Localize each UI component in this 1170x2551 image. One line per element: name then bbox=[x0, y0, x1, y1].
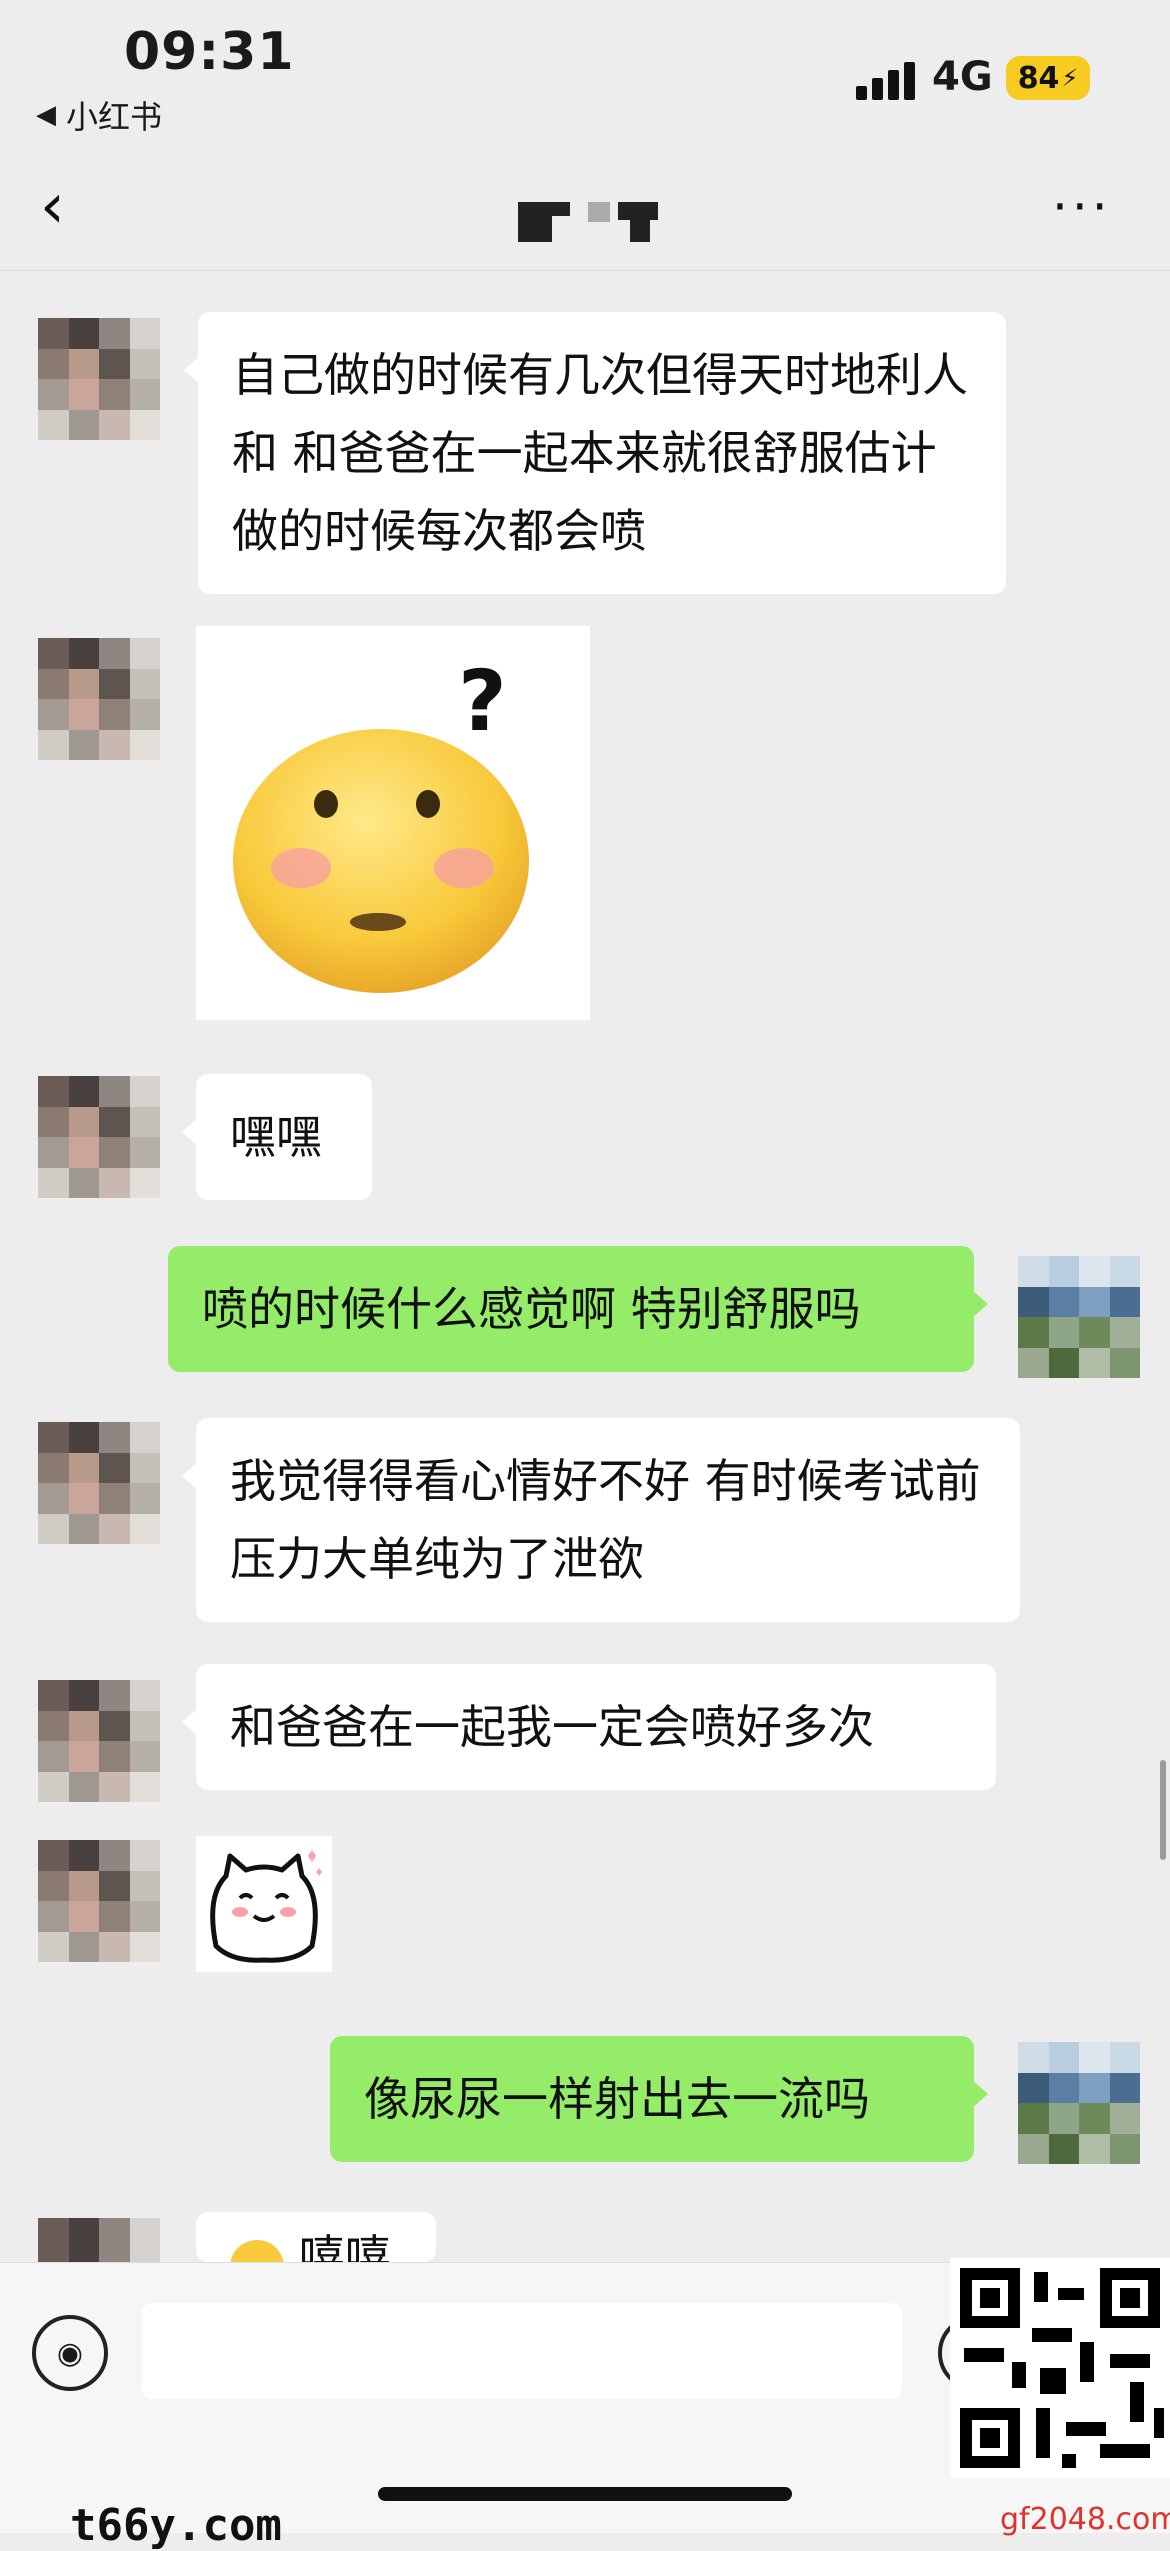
confused-face-icon: ? bbox=[233, 652, 529, 993]
message-text: 嘻嘻 bbox=[298, 2230, 391, 2262]
cellular-signal-icon bbox=[856, 60, 918, 100]
battery-indicator: 84 ⚡ bbox=[1006, 56, 1090, 100]
home-indicator[interactable] bbox=[378, 2487, 792, 2501]
contact-avatar[interactable] bbox=[38, 318, 160, 440]
user-avatar[interactable] bbox=[1018, 1256, 1140, 1378]
status-bar: 09:31 ◀ 小红书 4G 84 ⚡ bbox=[0, 0, 1170, 150]
message-bubble-incoming[interactable]: 嘻嘻 bbox=[196, 2212, 436, 2262]
voice-input-icon[interactable]: ◉ bbox=[32, 2315, 108, 2391]
contact-avatar[interactable] bbox=[38, 638, 160, 760]
qr-code-watermark bbox=[950, 2258, 1170, 2478]
message-bubble-incoming[interactable]: 自己做的时候有几次但得天时地利人和 和爸爸在一起本来就很舒服估计做的时候每次都会… bbox=[184, 312, 1006, 594]
status-time: 09:31 bbox=[124, 22, 295, 82]
message-bubble-incoming[interactable]: 和爸爸在一起我一定会喷好多次 bbox=[182, 1664, 996, 1790]
message-bubble-incoming[interactable]: 嘿嘿 bbox=[182, 1074, 372, 1200]
more-options-icon[interactable]: ··· bbox=[1052, 178, 1112, 236]
scroll-indicator[interactable] bbox=[1160, 1760, 1166, 1860]
message-bubble-outgoing[interactable]: 像尿尿一样射出去一流吗 bbox=[330, 2036, 988, 2162]
shy-cat-icon bbox=[210, 1850, 322, 1963]
contact-avatar[interactable] bbox=[38, 1840, 160, 1962]
back-chevron-icon[interactable]: ‹ bbox=[40, 175, 100, 237]
contact-name-redacted bbox=[518, 198, 658, 242]
network-type: 4G bbox=[932, 54, 993, 100]
question-mark: ? bbox=[458, 652, 507, 750]
back-to-app-button[interactable]: ◀ 小红书 bbox=[36, 92, 162, 138]
contact-avatar[interactable] bbox=[38, 2218, 160, 2262]
message-bubble-outgoing[interactable]: 喷的时候什么感觉啊 特别舒服吗 bbox=[168, 1246, 988, 1372]
back-app-label: 小红书 bbox=[66, 98, 163, 136]
contact-avatar[interactable] bbox=[38, 1680, 160, 1802]
back-triangle-icon: ◀ bbox=[36, 100, 56, 130]
shy-cat-sticker[interactable] bbox=[196, 1836, 332, 1972]
charging-icon: ⚡ bbox=[1061, 64, 1079, 92]
contact-avatar[interactable] bbox=[38, 1076, 160, 1198]
chat-header: ‹ ··· bbox=[0, 150, 1170, 271]
confused-emoji-sticker[interactable]: ? bbox=[196, 626, 590, 1020]
watermark-left: t66y.com bbox=[70, 2500, 282, 2551]
message-bubble-incoming[interactable]: 我觉得得看心情好不好 有时候考试前压力大单纯为了泄欲 bbox=[182, 1418, 1020, 1622]
message-text-input[interactable] bbox=[142, 2303, 902, 2399]
user-avatar[interactable] bbox=[1018, 2042, 1140, 2164]
contact-avatar[interactable] bbox=[38, 1422, 160, 1544]
battery-level: 84 bbox=[1017, 60, 1060, 96]
smile-emoji-icon bbox=[230, 2240, 284, 2262]
